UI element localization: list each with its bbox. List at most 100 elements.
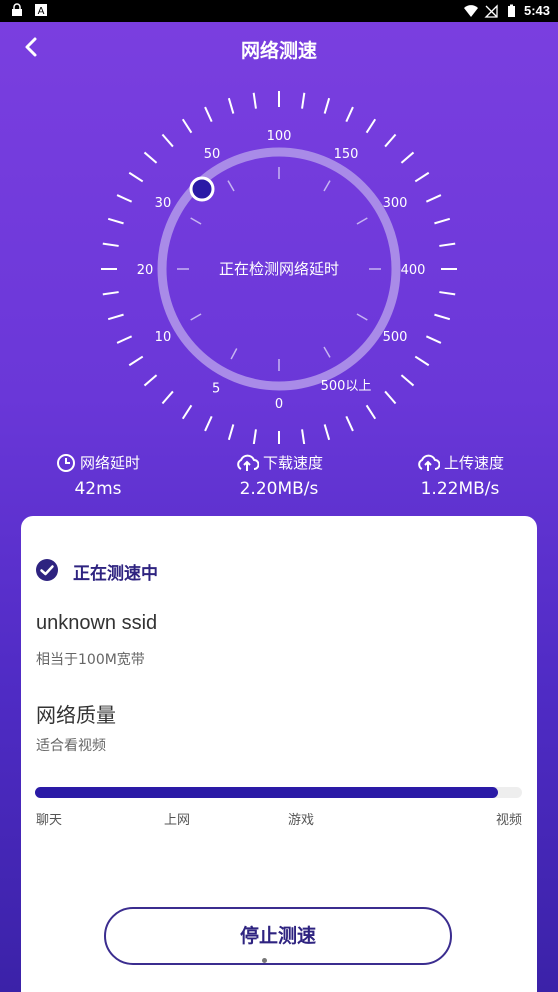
gauge-center-text: 正在检测网络延时 [219, 260, 339, 278]
gauge-inner-tick [227, 180, 235, 192]
gauge-outer-tick [128, 355, 144, 367]
gauge-outer-tick [414, 171, 430, 183]
network-ssid: unknown ssid [36, 612, 158, 634]
gauge-outer-tick [204, 415, 213, 432]
gauge-outer-tick [323, 424, 331, 441]
gauge-outer-tick [345, 415, 354, 432]
gauge-inner-tick [323, 346, 331, 358]
gauge-outer-tick [414, 355, 430, 367]
quality-label-video: 视频 [495, 813, 522, 828]
home-indicator [262, 958, 267, 963]
gauge-outer-tick [227, 97, 235, 114]
gauge-outer-tick [301, 429, 306, 444]
gauge-outer-tick [116, 335, 133, 344]
gauge-outer-tick [107, 217, 124, 225]
quality-label-chat: 聊天 [36, 813, 63, 828]
gauge-scale-label: 50 [204, 147, 221, 162]
quality-bar [35, 787, 522, 798]
gauge-outer-tick [252, 92, 257, 109]
clock-time: 5:43 [523, 3, 550, 18]
speed-test-screen: A 5:43 网络测速 0 5 10 20 30 50 100 150 300 400 500 500… [0, 0, 558, 992]
gauge-outer-tick [102, 242, 119, 247]
gauge-outer-tick [181, 404, 193, 420]
gauge-scale-label: 5 [212, 381, 220, 396]
quality-bar-fill [35, 787, 498, 798]
stat-download-value: 2.20MB/s [239, 479, 319, 499]
gauge-inner-tick [356, 217, 368, 225]
cloud-download-icon [237, 454, 259, 471]
gauge-scale-label: 100 [267, 129, 292, 144]
gauge-outer-tick [161, 390, 174, 405]
gauge-outer-tick [439, 242, 456, 247]
test-status: 正在测速中 [73, 564, 158, 584]
no-signal-icon [484, 3, 498, 18]
gauge-scale-label: 0 [275, 397, 283, 412]
gauge-indicator [189, 176, 215, 202]
gauge-inner-tick [356, 313, 368, 321]
top-bar: 网络测速 [0, 22, 558, 74]
gauge-outer-tick [400, 151, 415, 164]
gauge-outer-tick [323, 97, 331, 114]
gauge-inner-tick [323, 180, 331, 192]
app-notification-icon: A [35, 4, 47, 17]
quality-description: 适合看视频 [36, 738, 106, 754]
result-card: 正在测速中 unknown ssid 相当于100M宽带 网络质量 适合看视频 … [21, 516, 537, 992]
gauge-scale-label: 150 [334, 147, 359, 162]
gauge-outer-tick [434, 313, 451, 321]
wifi-icon [463, 4, 478, 17]
gauge-outer-tick [384, 390, 397, 405]
gauge-scale-label: 500以上 [321, 379, 372, 394]
stat-upload-label: 上传速度 [443, 454, 504, 472]
gauge-outer-tick [161, 133, 174, 148]
check-circle-icon [36, 559, 58, 581]
gauge-scale-label: 300 [383, 196, 408, 211]
gauge-outer-tick [434, 217, 451, 225]
gauge-outer-tick [116, 194, 133, 203]
stat-latency: 网络延时 42ms [28, 452, 168, 499]
gauge-outer-tick [143, 374, 158, 387]
svg-text:A: A [38, 6, 45, 17]
gauge-inner-tick [230, 348, 238, 360]
lock-icon [12, 3, 22, 16]
status-bar: A 5:43 [0, 0, 558, 22]
gauge-outer-tick [384, 133, 397, 148]
gauge-outer-tick [227, 424, 235, 441]
gauge-outer-tick [439, 291, 456, 296]
quality-title: 网络质量 [36, 703, 116, 727]
speed-gauge: 0 5 10 20 30 50 100 150 300 400 500 500以上 正在检测网络延时 [101, 91, 457, 444]
gauge-outer-tick [400, 374, 415, 387]
quality-label-game: 游戏 [288, 813, 315, 828]
gauge-scale-label: 400 [401, 263, 426, 278]
gauge-inner-tick [190, 217, 202, 225]
gauge-outer-tick [345, 106, 354, 123]
gauge-outer-tick [365, 118, 377, 134]
page-title: 网络测速 [240, 40, 317, 62]
gauge-outer-tick [425, 335, 442, 344]
gauge-outer-tick [425, 194, 442, 203]
gauge-scale-label: 10 [155, 330, 172, 345]
stop-test-button[interactable]: 停止测速 [104, 907, 452, 965]
stats-row: 网络延时 42ms 下载速度 2.20MB/s 上传速度 1.22MB/s [0, 452, 558, 512]
gauge-inner-tick [190, 313, 202, 321]
gauge-outer-tick [102, 291, 119, 296]
gauge-outer-tick [301, 92, 306, 109]
gauge-scale-label: 30 [155, 196, 172, 211]
stat-upload: 上传速度 1.22MB/s [390, 452, 530, 499]
gauge-scale-label: 20 [137, 263, 154, 278]
stat-latency-label: 网络延时 [79, 454, 140, 472]
stat-upload-value: 1.22MB/s [420, 479, 500, 499]
gauge-outer-tick [365, 404, 377, 420]
gauge-outer-tick [128, 171, 144, 183]
gauge-outer-tick [143, 151, 158, 164]
gauge-outer-tick [252, 429, 257, 444]
stat-download: 下载速度 2.20MB/s [209, 452, 349, 499]
gauge-outer-tick [181, 118, 193, 134]
quality-label-browse: 上网 [164, 813, 191, 828]
stat-latency-value: 42ms [74, 479, 122, 499]
cloud-upload-icon [418, 454, 440, 471]
stat-download-label: 下载速度 [262, 454, 323, 472]
clock-icon [56, 453, 75, 472]
gauge-outer-tick [204, 106, 213, 123]
gauge-outer-tick [107, 313, 124, 321]
gauge-scale-label: 500 [383, 330, 408, 345]
